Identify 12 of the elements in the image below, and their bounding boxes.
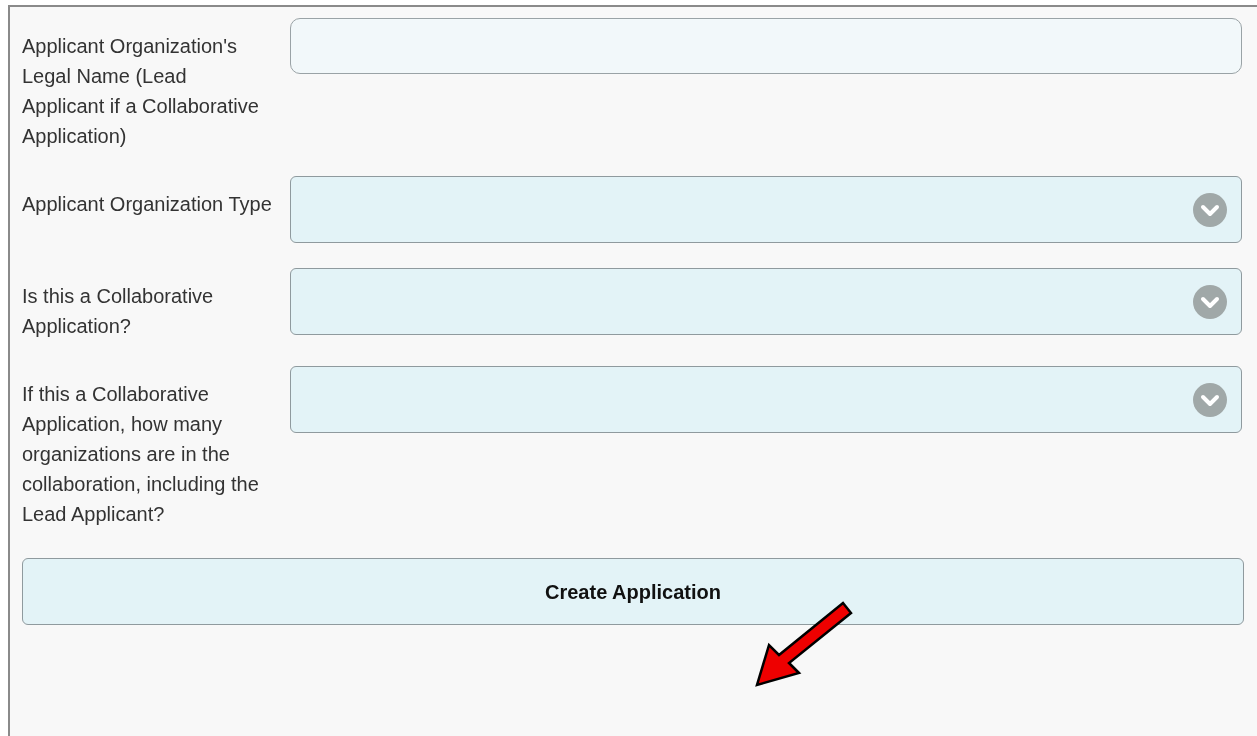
create-application-button[interactable]: Create Application <box>22 558 1244 625</box>
dropdown-field[interactable] <box>290 268 1242 335</box>
chevron-down-icon <box>1193 284 1227 319</box>
field-label: Applicant Organization's Legal Name (Lead Applicant if a Collaborative Application) <box>22 34 260 149</box>
field-label: If this a Collaborative Application, how many organizations are in the collaboration, including the Lead Applicant? <box>22 382 260 527</box>
chevron-down-icon <box>1193 192 1227 227</box>
dropdown-field[interactable] <box>290 366 1242 433</box>
field-label: Applicant Organization Type <box>22 192 272 217</box>
chevron-down-icon <box>1193 382 1227 417</box>
text-input-field[interactable] <box>290 18 1242 74</box>
dropdown-field[interactable] <box>290 176 1242 243</box>
field-label: Is this a Collaborative Application? <box>22 284 215 339</box>
